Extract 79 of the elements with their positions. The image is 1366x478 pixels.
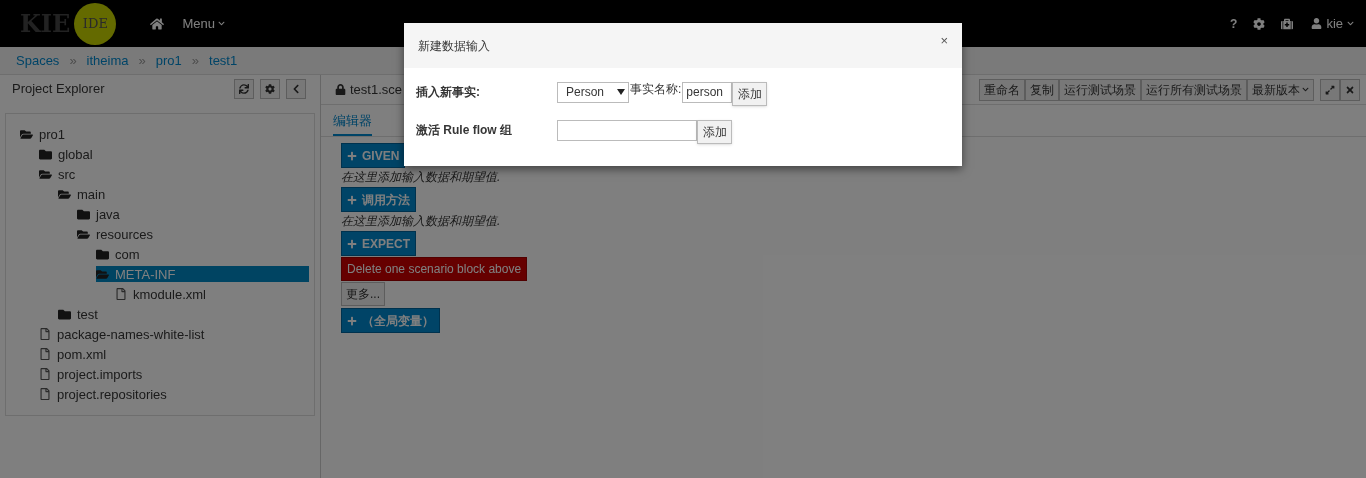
- settings-button[interactable]: [260, 79, 280, 99]
- add-button[interactable]: 添加: [697, 119, 732, 144]
- medkit-icon[interactable]: [1281, 17, 1294, 30]
- add-block-button[interactable]: EXPECT: [341, 231, 416, 256]
- dropdown-triangle-icon: [617, 89, 625, 95]
- home-icon[interactable]: [150, 16, 165, 31]
- breadcrumb-link[interactable]: Spaces: [16, 50, 60, 71]
- plus-icon: [347, 194, 357, 205]
- delete-block-button[interactable]: Delete one scenario block above: [341, 257, 528, 281]
- chevron-left-icon: [291, 84, 301, 94]
- close-button[interactable]: [1340, 78, 1360, 101]
- gear-icon: [265, 84, 275, 94]
- file-icon: [39, 368, 51, 380]
- tree-item[interactable]: com: [96, 246, 148, 262]
- plus-icon: [347, 238, 357, 249]
- breadcrumb-separator: »: [69, 51, 77, 70]
- file-icon: [39, 348, 51, 360]
- field-label: 事实名称:: [630, 81, 682, 98]
- chevron-down-icon: [1347, 20, 1354, 27]
- tree-item[interactable]: src: [39, 166, 84, 182]
- plus-icon: [347, 315, 357, 326]
- tree-item[interactable]: pom.xml: [39, 346, 115, 362]
- tree-item[interactable]: project.imports: [39, 366, 151, 382]
- tree-item[interactable]: global: [39, 146, 101, 162]
- add-block-button[interactable]: 调用方法: [341, 187, 416, 212]
- toolbar-button[interactable]: 运行所有测试场景: [1141, 78, 1247, 101]
- tree-item[interactable]: resources: [77, 226, 162, 242]
- dialog-title: 新建数据输入: [418, 37, 491, 55]
- rule-flow-input[interactable]: [557, 119, 697, 141]
- breadcrumb-separator: »: [191, 51, 200, 70]
- plus-icon: [347, 150, 357, 161]
- collapse-button[interactable]: [286, 79, 306, 99]
- more-button[interactable]: 更多...: [341, 282, 385, 306]
- chevron-down-icon: [1302, 86, 1309, 93]
- tree-item[interactable]: kmodule.xml: [115, 286, 214, 302]
- add-block-button[interactable]: GIVEN: [341, 143, 406, 168]
- tree-item[interactable]: META-INF: [96, 266, 309, 282]
- fact-type-select[interactable]: Person: [557, 81, 629, 103]
- tree-item[interactable]: pro1: [20, 126, 74, 142]
- field-label: 激活 Rule flow 组: [416, 122, 513, 139]
- add-button[interactable]: 添加: [732, 81, 768, 106]
- fact-name-input[interactable]: person: [682, 81, 733, 103]
- help-button[interactable]: ?: [1230, 14, 1238, 33]
- tree-item[interactable]: java: [77, 206, 128, 222]
- refresh-icon: [239, 84, 249, 94]
- close-button[interactable]: ×: [940, 31, 948, 51]
- close-icon: [1345, 84, 1355, 95]
- toolbar-button[interactable]: 重命名: [979, 78, 1025, 101]
- lock-icon: [335, 84, 346, 95]
- file-title: test1.sce: [350, 80, 403, 99]
- breadcrumb-link[interactable]: pro1: [155, 50, 182, 71]
- user-menu[interactable]: kie: [1311, 13, 1354, 34]
- file-icon: [39, 328, 51, 340]
- file-icon: [115, 288, 127, 300]
- tree-item[interactable]: test: [58, 306, 106, 322]
- field-label: 插入新事实:: [416, 84, 481, 101]
- menu-dropdown[interactable]: Menu: [182, 13, 225, 34]
- toolbar-button[interactable]: 运行测试场景: [1059, 78, 1141, 101]
- settings-icon[interactable]: [1253, 17, 1266, 30]
- tree-item[interactable]: project.repositories: [39, 386, 175, 402]
- maximize-button[interactable]: [1320, 78, 1340, 101]
- panel-title: Project Explorer: [12, 80, 106, 99]
- toolbar-button[interactable]: 复制: [1025, 78, 1059, 101]
- logo-badge: IDE: [74, 2, 117, 45]
- tree-item[interactable]: main: [58, 186, 114, 202]
- add-block-button[interactable]: （全局变量）: [341, 308, 440, 333]
- chevron-down-icon: [217, 20, 225, 27]
- breadcrumb-link[interactable]: test1: [209, 50, 238, 71]
- hint-text: 在这里添加输入数据和期望值.: [341, 213, 501, 230]
- editor-tab[interactable]: 编辑器: [333, 110, 372, 136]
- expand-icon: [1325, 84, 1335, 95]
- breadcrumb-link[interactable]: itheima: [86, 50, 129, 71]
- refresh-button[interactable]: [234, 79, 254, 99]
- tree-item[interactable]: package-names-white-list: [39, 326, 213, 342]
- hint-text: 在这里添加输入数据和期望值.: [341, 169, 501, 186]
- toolbar-button[interactable]: 最新版本: [1247, 78, 1314, 101]
- breadcrumb-separator: »: [138, 51, 146, 70]
- file-icon: [39, 388, 51, 400]
- user-icon: [1311, 18, 1323, 29]
